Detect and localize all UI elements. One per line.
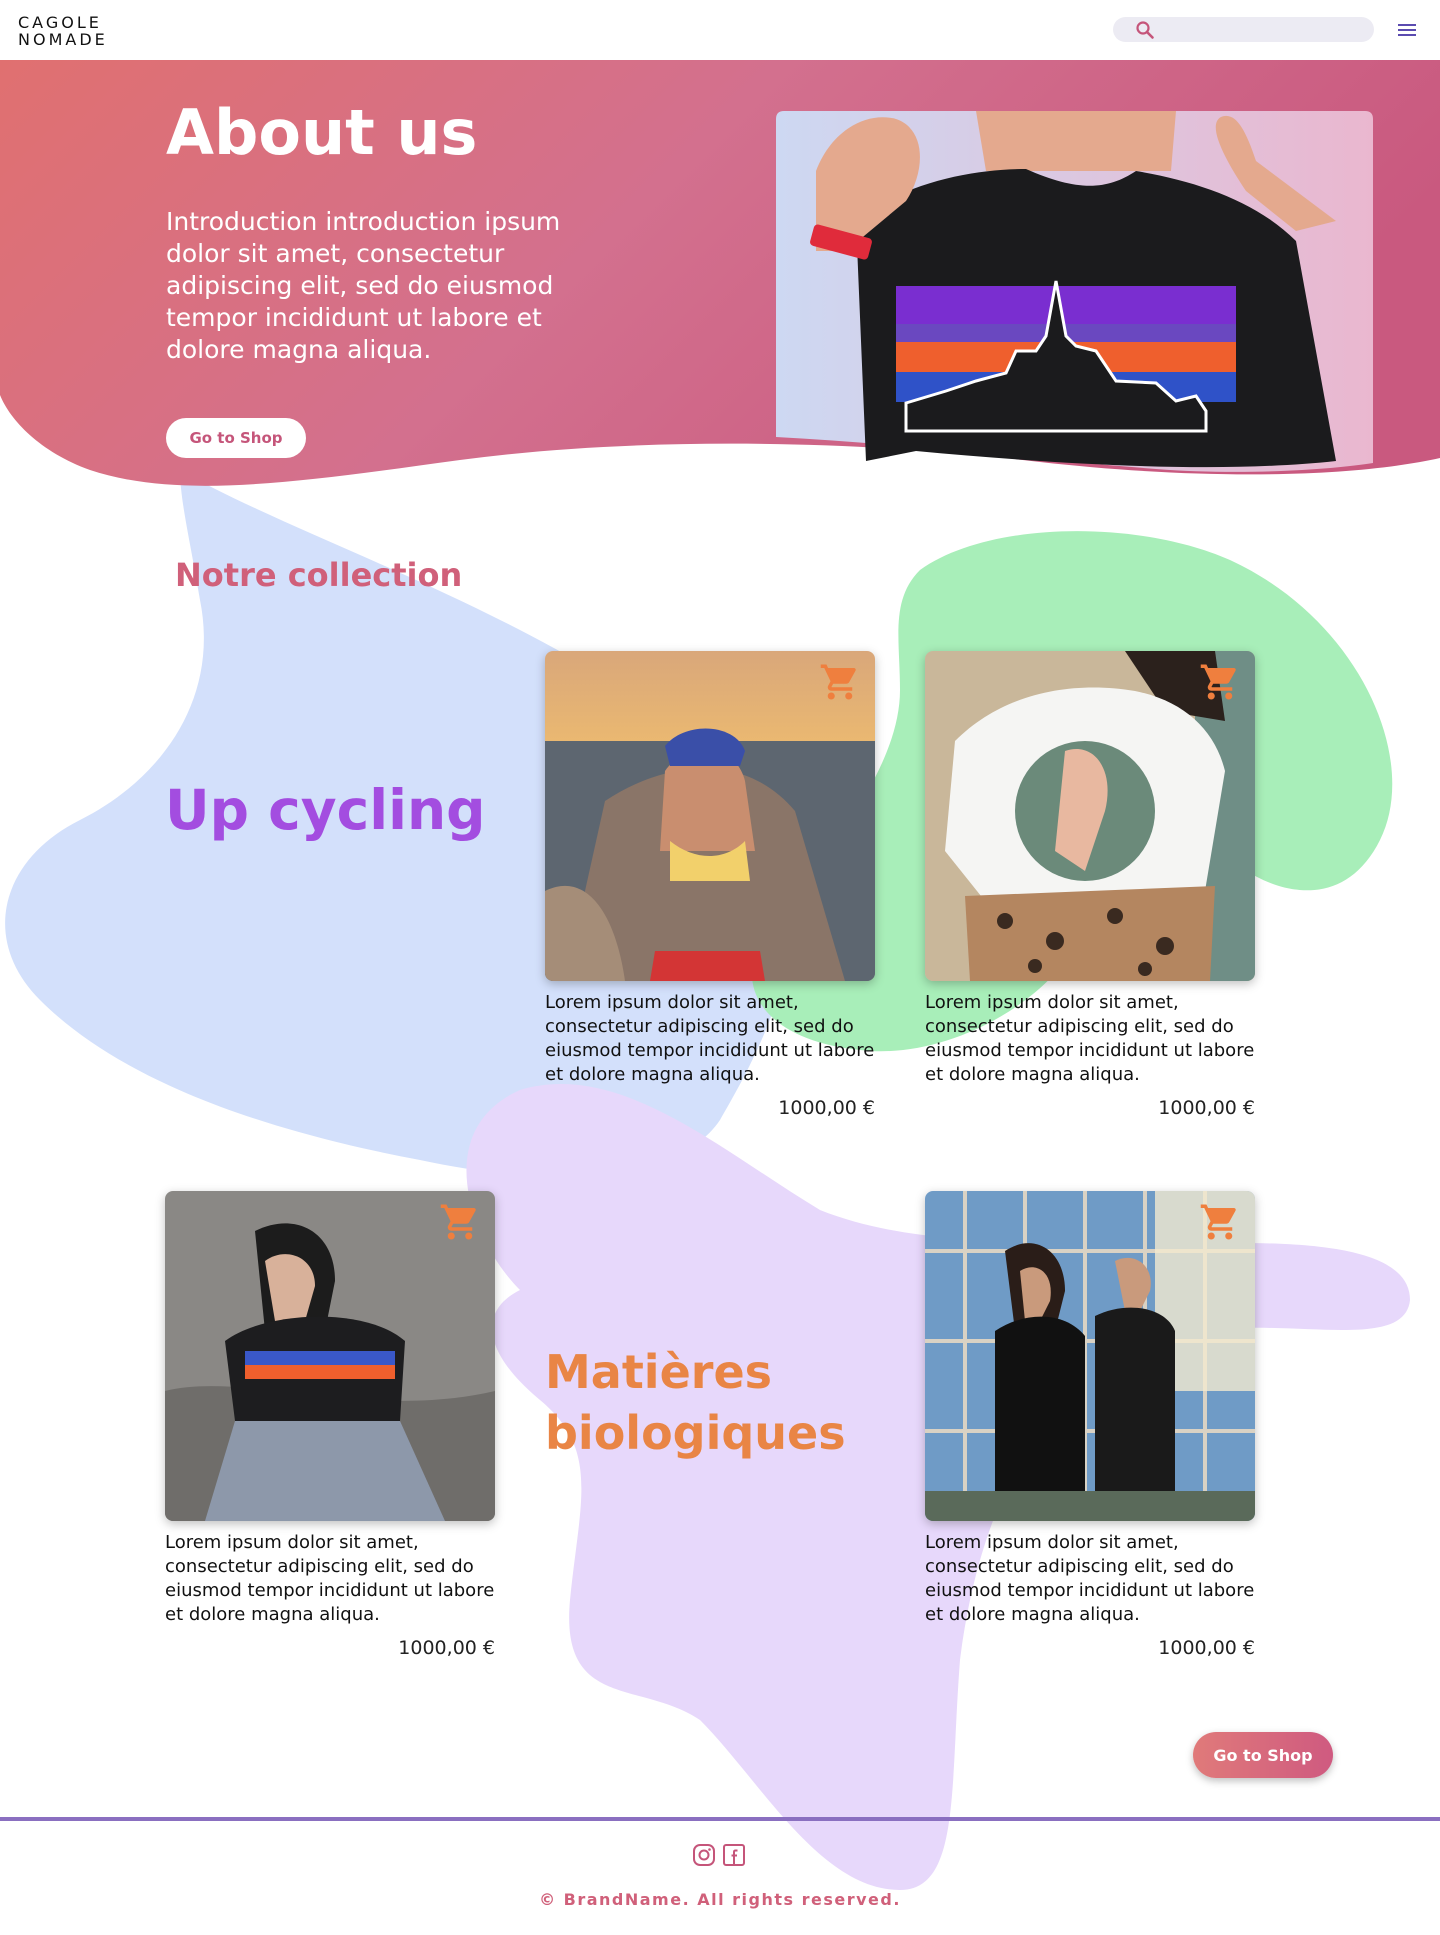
search-bar[interactable] bbox=[1113, 17, 1374, 42]
brand-logo[interactable]: CAGOLE NOMADE bbox=[18, 14, 108, 48]
product-price: 1000,00 € bbox=[398, 1637, 495, 1659]
product-card[interactable]: Lorem ipsum dolor sit amet, consectetur … bbox=[925, 1191, 1255, 1659]
shopping-cart-icon[interactable] bbox=[819, 661, 861, 703]
copyright-text: © BrandName. All rights reserved. bbox=[539, 1890, 901, 1909]
go-to-shop-button-bottom[interactable]: Go to Shop bbox=[1193, 1732, 1333, 1778]
collection-title: Notre collection bbox=[175, 556, 463, 594]
shopping-cart-icon[interactable] bbox=[1199, 1201, 1241, 1243]
search-input[interactable] bbox=[1163, 17, 1363, 42]
category-label-organic-line-1: Matières bbox=[545, 1345, 773, 1399]
page-title: About us bbox=[166, 96, 478, 169]
product-price: 1000,00 € bbox=[778, 1097, 875, 1119]
facebook-icon[interactable] bbox=[722, 1843, 746, 1867]
logo-line-1: CAGOLE bbox=[18, 13, 102, 32]
hamburger-menu-icon[interactable] bbox=[1395, 20, 1419, 40]
product-image[interactable] bbox=[925, 651, 1255, 981]
product-price: 1000,00 € bbox=[1158, 1097, 1255, 1119]
instagram-icon[interactable] bbox=[692, 1843, 716, 1867]
search-icon[interactable] bbox=[1135, 20, 1155, 40]
product-image[interactable] bbox=[925, 1191, 1255, 1521]
category-label-organic: Matières biologiques bbox=[545, 1342, 846, 1464]
product-description: Lorem ipsum dolor sit amet, consectetur … bbox=[925, 1532, 1255, 1625]
product-image[interactable] bbox=[545, 651, 875, 981]
top-navigation-bar: CAGOLE NOMADE bbox=[0, 0, 1440, 60]
hero-image bbox=[776, 111, 1373, 472]
category-label-upcycling: Up cycling bbox=[165, 778, 486, 842]
logo-line-2: NOMADE bbox=[18, 30, 108, 49]
product-description: Lorem ipsum dolor sit amet, consectetur … bbox=[925, 992, 1255, 1085]
product-image[interactable] bbox=[165, 1191, 495, 1521]
shopping-cart-icon[interactable] bbox=[1199, 661, 1241, 703]
footer-divider bbox=[0, 1817, 1440, 1821]
go-to-shop-button[interactable]: Go to Shop bbox=[166, 418, 306, 458]
category-label-organic-line-2: biologiques bbox=[545, 1406, 846, 1460]
product-card[interactable]: Lorem ipsum dolor sit amet, consectetur … bbox=[545, 651, 875, 1119]
hero-introduction: Introduction introduction ipsum dolor si… bbox=[166, 207, 561, 364]
shopping-cart-icon[interactable] bbox=[439, 1201, 481, 1243]
product-card[interactable]: Lorem ipsum dolor sit amet, consectetur … bbox=[165, 1191, 495, 1659]
product-card[interactable]: Lorem ipsum dolor sit amet, consectetur … bbox=[925, 651, 1255, 1119]
product-description: Lorem ipsum dolor sit amet, consectetur … bbox=[165, 1532, 495, 1625]
product-description: Lorem ipsum dolor sit amet, consectetur … bbox=[545, 992, 875, 1085]
product-price: 1000,00 € bbox=[1158, 1637, 1255, 1659]
